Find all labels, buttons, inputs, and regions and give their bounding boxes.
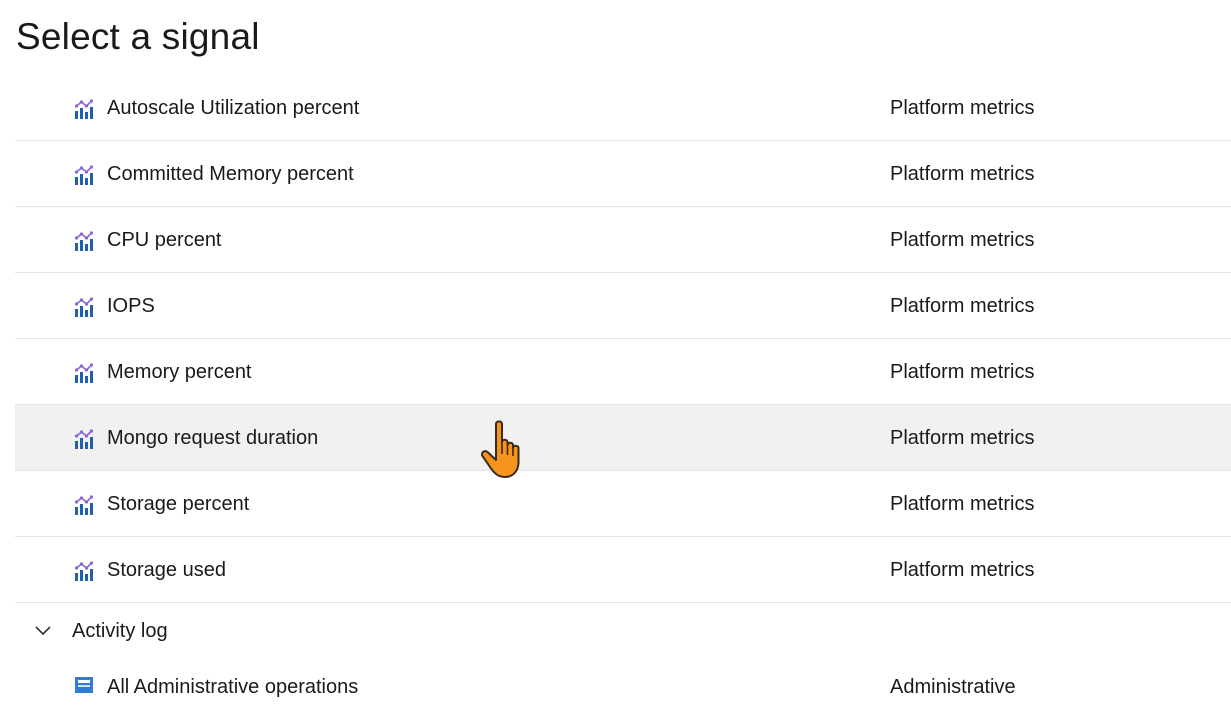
metric-chart-icon — [74, 165, 94, 185]
metric-chart-icon — [74, 363, 94, 383]
page-title: Select a signal — [16, 16, 260, 57]
signal-type: Administrative — [890, 676, 1016, 698]
metric-chart-icon — [74, 297, 94, 317]
metric-chart-icon — [74, 99, 94, 119]
activity-log-label: Activity log — [72, 620, 168, 642]
signal-name: All Administrative operations — [107, 676, 359, 698]
metric-chart-icon — [74, 495, 94, 515]
signal-row[interactable]: Committed Memory percent Platform metric… — [15, 141, 1231, 207]
signal-name: Mongo request duration — [107, 427, 319, 449]
activity-log-group-header[interactable]: Activity log — [15, 606, 1231, 658]
signal-row[interactable]: Memory percent Platform metrics — [15, 339, 1231, 405]
signal-name: IOPS — [107, 295, 155, 317]
signal-type: Platform metrics — [890, 493, 1035, 515]
metric-chart-icon — [74, 561, 94, 581]
signal-name: CPU percent — [107, 229, 222, 251]
signal-type: Platform metrics — [890, 361, 1035, 383]
signal-type: Platform metrics — [890, 163, 1035, 185]
signal-row[interactable]: All Administrative operations Administra… — [15, 660, 1231, 710]
chevron-down-icon[interactable] — [34, 624, 52, 636]
signal-name: Storage used — [107, 559, 226, 581]
log-icon — [75, 677, 93, 693]
signal-row[interactable]: Storage percent Platform metrics — [15, 471, 1231, 537]
signal-row[interactable]: Storage used Platform metrics — [15, 537, 1231, 603]
signal-row[interactable]: Autoscale Utilization percent Platform m… — [15, 75, 1231, 141]
signal-row[interactable]: IOPS Platform metrics — [15, 273, 1231, 339]
metric-chart-icon — [74, 231, 94, 251]
signal-type: Platform metrics — [890, 229, 1035, 251]
metric-chart-icon — [74, 429, 94, 449]
signal-type: Platform metrics — [890, 295, 1035, 317]
signal-type: Platform metrics — [890, 427, 1035, 449]
signal-type: Platform metrics — [890, 97, 1035, 119]
signal-list: Autoscale Utilization percent Platform m… — [15, 75, 1231, 603]
signal-row-hovered[interactable]: Mongo request duration Platform metrics — [15, 405, 1231, 471]
signal-name: Committed Memory percent — [107, 163, 354, 185]
signal-name: Autoscale Utilization percent — [107, 97, 360, 119]
signal-name: Storage percent — [107, 493, 250, 515]
signal-name: Memory percent — [107, 361, 252, 383]
signal-type: Platform metrics — [890, 559, 1035, 581]
signal-row[interactable]: CPU percent Platform metrics — [15, 207, 1231, 273]
